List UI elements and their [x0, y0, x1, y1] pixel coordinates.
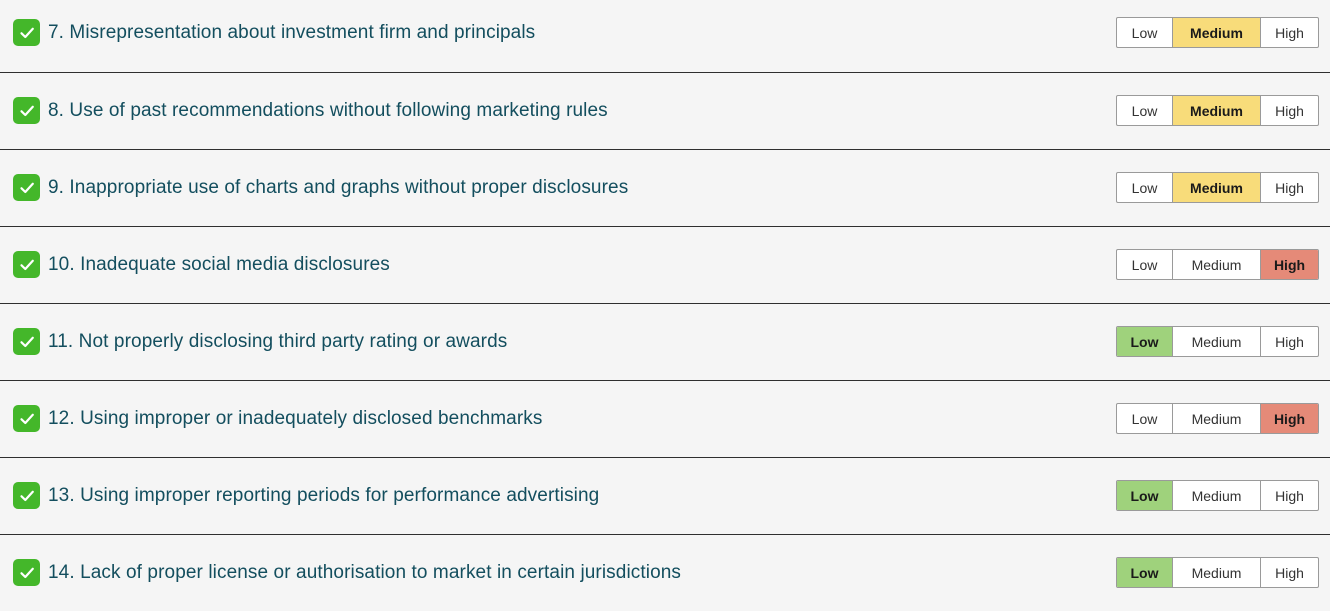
list-item: 13. Using improper reporting periods for… [0, 457, 1330, 534]
risk-option-medium[interactable]: Medium [1172, 18, 1260, 47]
risk-option-low[interactable]: Low [1117, 18, 1172, 47]
risk-option-low[interactable]: Low [1117, 327, 1172, 356]
risk-option-medium[interactable]: Medium [1172, 250, 1260, 279]
checkmark-icon [19, 567, 34, 578]
risk-option-high[interactable]: High [1260, 96, 1318, 125]
risk-option-medium[interactable]: Medium [1172, 96, 1260, 125]
risk-option-high[interactable]: High [1260, 481, 1318, 510]
checkmark-icon [19, 105, 34, 116]
list-item: 12. Using improper or inadequately discl… [0, 380, 1330, 457]
checkbox-checked[interactable] [13, 405, 40, 432]
list-item: 9. Inappropriate use of charts and graph… [0, 149, 1330, 226]
checkmark-icon [19, 413, 34, 424]
risk-option-low[interactable]: Low [1117, 250, 1172, 279]
risk-option-low[interactable]: Low [1117, 558, 1172, 587]
risk-option-low[interactable]: Low [1117, 96, 1172, 125]
checkbox-checked[interactable] [13, 328, 40, 355]
risk-option-low[interactable]: Low [1117, 404, 1172, 433]
item-label: 11. Not properly disclosing third party … [48, 331, 508, 352]
checkmark-icon [19, 182, 34, 193]
list-item: 10. Inadequate social media disclosures … [0, 226, 1330, 303]
risk-selector: Low Medium High [1116, 249, 1319, 280]
risk-selector: Low Medium High [1116, 403, 1319, 434]
checkmark-icon [19, 336, 34, 347]
risk-option-high[interactable]: High [1260, 173, 1318, 202]
risk-checklist: 7. Misrepresentation about investment fi… [0, 0, 1330, 607]
risk-option-low[interactable]: Low [1117, 173, 1172, 202]
risk-option-low[interactable]: Low [1117, 481, 1172, 510]
list-item: 7. Misrepresentation about investment fi… [0, 0, 1330, 72]
risk-option-medium[interactable]: Medium [1172, 481, 1260, 510]
risk-option-medium[interactable]: Medium [1172, 558, 1260, 587]
risk-option-high[interactable]: High [1260, 404, 1318, 433]
risk-selector: Low Medium High [1116, 95, 1319, 126]
risk-option-high[interactable]: High [1260, 558, 1318, 587]
risk-selector: Low Medium High [1116, 172, 1319, 203]
item-label: 9. Inappropriate use of charts and graph… [48, 177, 629, 198]
risk-selector: Low Medium High [1116, 557, 1319, 588]
checkbox-checked[interactable] [13, 482, 40, 509]
item-label: 7. Misrepresentation about investment fi… [48, 22, 536, 43]
checkbox-checked[interactable] [13, 174, 40, 201]
checkmark-icon [19, 259, 34, 270]
checkbox-checked[interactable] [13, 251, 40, 278]
item-label: 8. Use of past recommendations without f… [48, 100, 608, 121]
risk-option-high[interactable]: High [1260, 250, 1318, 279]
list-item: 8. Use of past recommendations without f… [0, 72, 1330, 149]
risk-option-high[interactable]: High [1260, 327, 1318, 356]
list-item: 11. Not properly disclosing third party … [0, 303, 1330, 380]
checkmark-icon [19, 490, 34, 501]
risk-selector: Low Medium High [1116, 326, 1319, 357]
risk-selector: Low Medium High [1116, 17, 1319, 48]
item-label: 14. Lack of proper license or authorisat… [48, 562, 681, 583]
risk-option-medium[interactable]: Medium [1172, 404, 1260, 433]
risk-selector: Low Medium High [1116, 480, 1319, 511]
item-label: 10. Inadequate social media disclosures [48, 254, 390, 275]
checkbox-checked[interactable] [13, 97, 40, 124]
checkbox-checked[interactable] [13, 19, 40, 46]
checkmark-icon [19, 27, 34, 38]
risk-option-medium[interactable]: Medium [1172, 173, 1260, 202]
checkbox-checked[interactable] [13, 559, 40, 586]
risk-option-medium[interactable]: Medium [1172, 327, 1260, 356]
list-item: 14. Lack of proper license or authorisat… [0, 534, 1330, 611]
item-label: 13. Using improper reporting periods for… [48, 485, 600, 506]
item-label: 12. Using improper or inadequately discl… [48, 408, 543, 429]
risk-option-high[interactable]: High [1260, 18, 1318, 47]
